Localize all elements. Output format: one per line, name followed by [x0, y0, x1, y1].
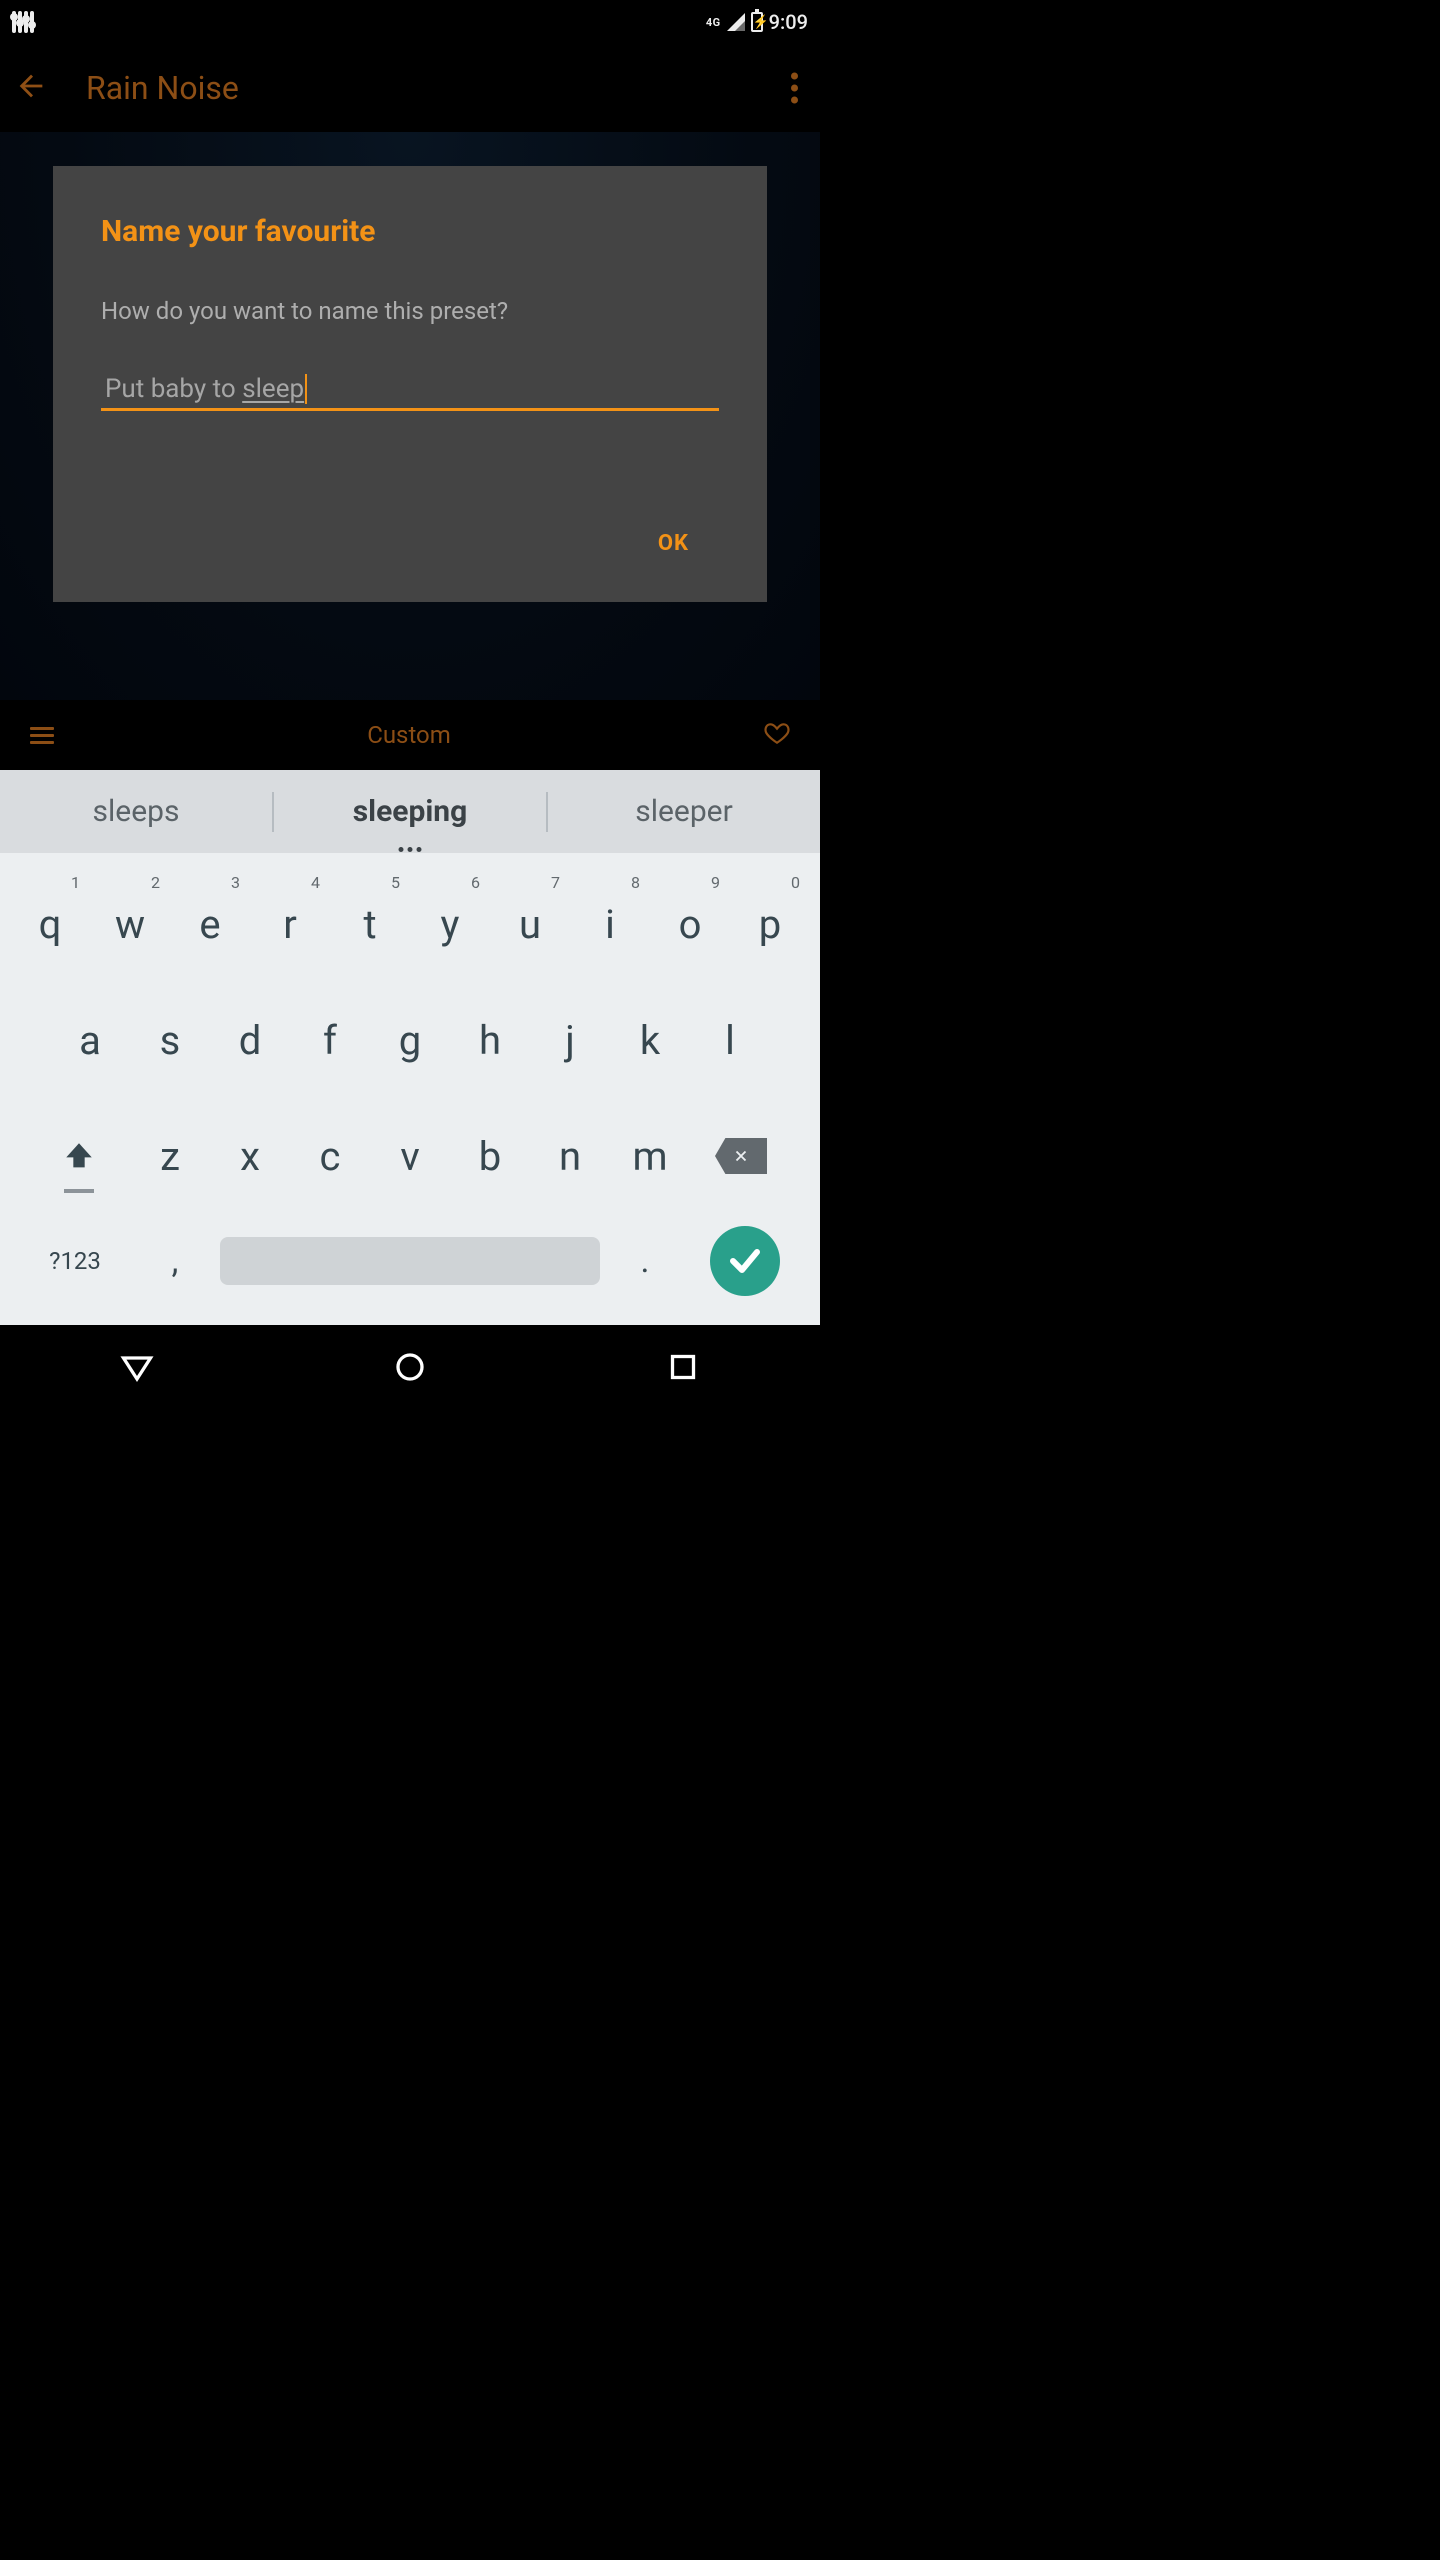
- dialog-message: How do you want to name this preset?: [101, 297, 719, 325]
- key-row-2: a s d f g h j k l: [4, 985, 816, 1095]
- comma-key[interactable]: ,: [130, 1217, 220, 1305]
- key-q[interactable]: 1q: [10, 869, 90, 979]
- battery-charging-icon: ⚡: [751, 12, 763, 32]
- preset-label: Custom: [367, 721, 451, 749]
- key-f[interactable]: f: [290, 985, 370, 1095]
- key-o[interactable]: 9o: [650, 869, 730, 979]
- key-w[interactable]: 2w: [90, 869, 170, 979]
- android-nav-bar: [0, 1325, 820, 1413]
- key-i[interactable]: 8i: [570, 869, 650, 979]
- key-h[interactable]: h: [450, 985, 530, 1095]
- favourite-icon[interactable]: [764, 720, 790, 750]
- back-arrow-icon[interactable]: [14, 69, 48, 107]
- app-title: Rain Noise: [86, 69, 239, 107]
- suggestion-left[interactable]: sleeps: [0, 794, 272, 829]
- more-suggestions-icon[interactable]: [399, 847, 422, 852]
- key-j[interactable]: j: [530, 985, 610, 1095]
- suggestion-middle[interactable]: sleeping: [274, 794, 546, 829]
- key-r[interactable]: 4r: [250, 869, 330, 979]
- key-row-4: ?123 , .: [4, 1217, 816, 1305]
- ok-button[interactable]: OK: [658, 531, 689, 556]
- key-x[interactable]: x: [210, 1101, 290, 1211]
- key-l[interactable]: l: [690, 985, 770, 1095]
- period-key[interactable]: .: [600, 1217, 690, 1305]
- key-row-1: 1q 2w 3e 4r 5t 6y 7u 8i 9o 0p: [4, 869, 816, 979]
- key-d[interactable]: d: [210, 985, 290, 1095]
- nav-recent-icon[interactable]: [665, 1349, 701, 1389]
- keyboard: sleeps sleeping sleeper 1q 2w 3e 4r 5t 6…: [0, 770, 820, 1325]
- input-text: Put baby to sleep: [105, 374, 304, 404]
- shift-key[interactable]: [28, 1101, 130, 1211]
- key-t[interactable]: 5t: [330, 869, 410, 979]
- key-p[interactable]: 0p: [730, 869, 810, 979]
- preset-bar: Custom: [0, 700, 820, 770]
- backspace-key[interactable]: [690, 1101, 792, 1211]
- equalizer-icon: [12, 11, 34, 33]
- nav-back-icon[interactable]: [119, 1349, 155, 1389]
- network-label: 4G: [706, 16, 721, 29]
- key-e[interactable]: 3e: [170, 869, 250, 979]
- key-a[interactable]: a: [50, 985, 130, 1095]
- enter-key[interactable]: [690, 1217, 800, 1305]
- suggestion-right[interactable]: sleeper: [548, 794, 820, 829]
- app-bar: Rain Noise: [0, 44, 820, 132]
- backspace-icon: [715, 1138, 767, 1174]
- signal-icon: [727, 13, 745, 31]
- key-n[interactable]: n: [530, 1101, 610, 1211]
- dialog-title: Name your favourite: [101, 214, 719, 249]
- key-g[interactable]: g: [370, 985, 450, 1095]
- overflow-menu-icon[interactable]: [791, 73, 798, 104]
- main-content: Name your favourite How do you want to n…: [0, 132, 820, 700]
- key-row-3: z x c v b n m: [4, 1101, 816, 1211]
- space-key[interactable]: [220, 1217, 600, 1305]
- key-c[interactable]: c: [290, 1101, 370, 1211]
- suggestion-row: sleeps sleeping sleeper: [0, 770, 820, 853]
- key-u[interactable]: 7u: [490, 869, 570, 979]
- key-m[interactable]: m: [610, 1101, 690, 1211]
- key-b[interactable]: b: [450, 1101, 530, 1211]
- preset-name-input[interactable]: Put baby to sleep: [101, 363, 719, 411]
- key-v[interactable]: v: [370, 1101, 450, 1211]
- key-k[interactable]: k: [610, 985, 690, 1095]
- clock: 9:09: [769, 10, 808, 34]
- symbols-key[interactable]: ?123: [20, 1217, 130, 1305]
- menu-icon[interactable]: [30, 723, 54, 748]
- text-cursor: [305, 374, 307, 404]
- key-z[interactable]: z: [130, 1101, 210, 1211]
- nav-home-icon[interactable]: [392, 1349, 428, 1389]
- status-bar: 4G ⚡ 9:09: [0, 0, 820, 44]
- key-s[interactable]: s: [130, 985, 210, 1095]
- key-y[interactable]: 6y: [410, 869, 490, 979]
- checkmark-icon: [710, 1226, 780, 1296]
- name-favourite-dialog: Name your favourite How do you want to n…: [53, 166, 767, 602]
